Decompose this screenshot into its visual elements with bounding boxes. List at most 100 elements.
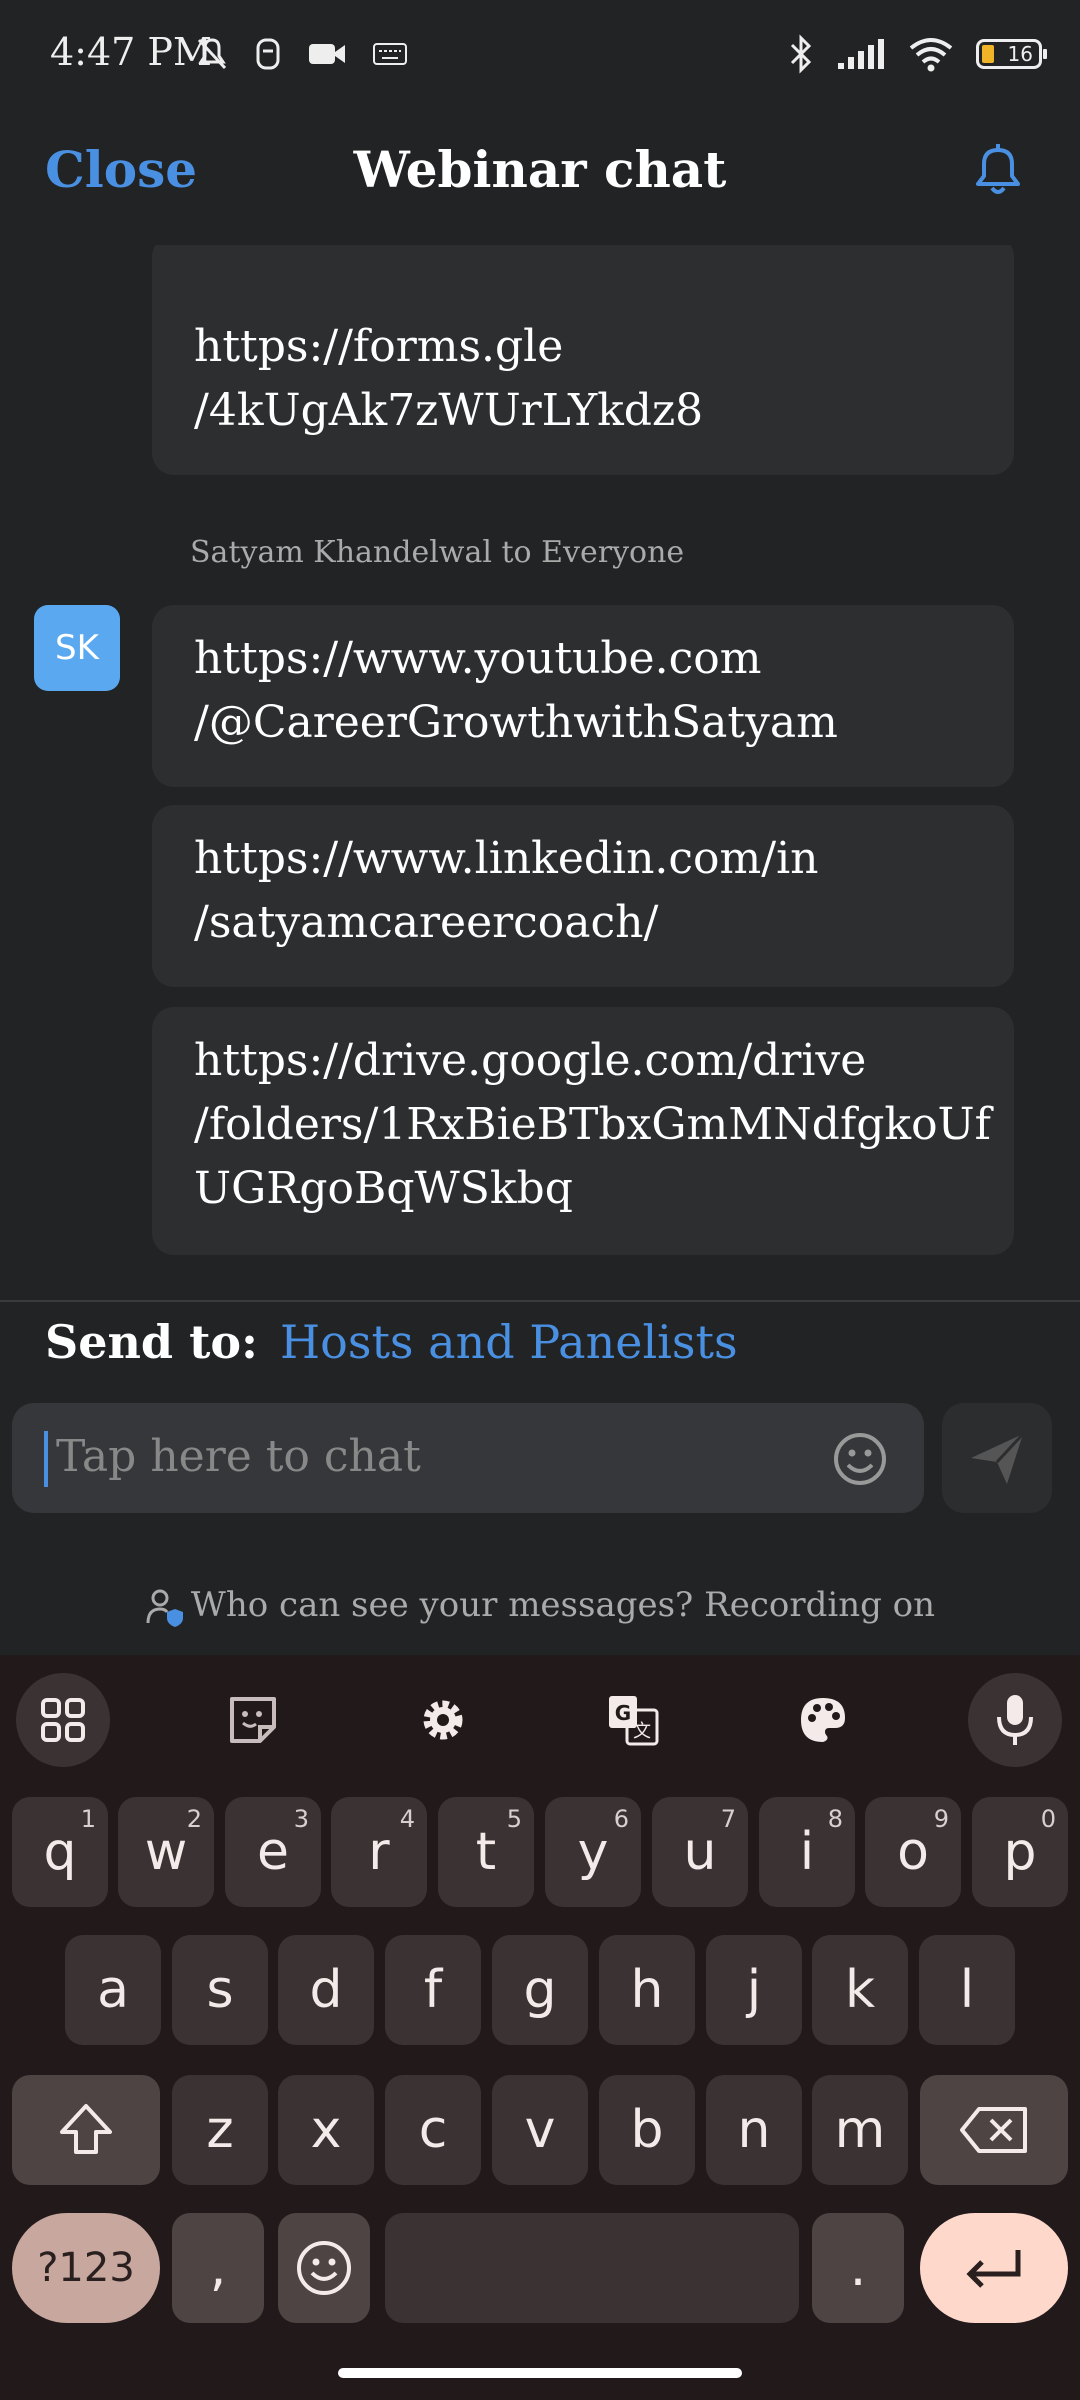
key-q[interactable]: q1	[12, 1797, 108, 1907]
bluetooth-icon	[790, 34, 812, 74]
key-hint: 2	[186, 1805, 202, 1833]
backspace-key[interactable]	[920, 2075, 1068, 2185]
comma-key[interactable]: ,	[172, 2213, 264, 2323]
status-right-icons: 16	[788, 34, 1047, 74]
key-char: p	[1003, 1822, 1037, 1882]
key-g[interactable]: g	[492, 1935, 588, 2045]
key-hint: 6	[613, 1805, 629, 1833]
sender-label: Satyam Khandelwal to Everyone	[190, 535, 685, 570]
video-icon	[309, 44, 345, 64]
keyboard-status-icon	[373, 43, 407, 65]
message-bubble[interactable]: https://www.youtube.com /@CareerGrowthwi…	[152, 605, 1014, 787]
key-o[interactable]: o9	[865, 1797, 961, 1907]
settings-button[interactable]	[396, 1673, 490, 1767]
shift-key[interactable]	[12, 2075, 160, 2185]
key-w[interactable]: w2	[118, 1797, 214, 1907]
enter-icon	[966, 2250, 1021, 2288]
key-n[interactable]: n	[706, 2075, 802, 2185]
keyboard: G文 q1 w2 e3 r4 t5 y6 u7 i8 o9 p0 a s d f…	[0, 1655, 1080, 2400]
key-char: o	[897, 1822, 929, 1882]
keyboard-toolbar: G文	[0, 1655, 1080, 1775]
key-char: y	[577, 1822, 609, 1882]
battery-icon: 16	[976, 39, 1047, 69]
key-char: q	[43, 1822, 77, 1882]
key-a[interactable]: a	[65, 1935, 161, 2045]
theme-button[interactable]	[776, 1673, 870, 1767]
shift-icon	[60, 2104, 112, 2154]
key-m[interactable]: m	[812, 2075, 908, 2185]
symbols-key[interactable]: ?123	[12, 2213, 160, 2323]
send-icon	[971, 1432, 1025, 1484]
key-b[interactable]: b	[599, 2075, 695, 2185]
privacy-note[interactable]: Who can see your messages? Recording on	[0, 1585, 1080, 1627]
emoji-key[interactable]	[278, 2213, 370, 2323]
svg-text:文: 文	[633, 1721, 651, 1742]
divider	[0, 1300, 1080, 1302]
message-line: UGRgoBqWSkbq	[194, 1163, 573, 1214]
sticker-button[interactable]	[206, 1673, 300, 1767]
voice-input-button[interactable]	[968, 1673, 1062, 1767]
face-icon	[256, 38, 280, 70]
battery-level: 16	[1007, 42, 1033, 66]
key-hint: 7	[720, 1805, 736, 1833]
chat-input[interactable]: Tap here to chat	[12, 1403, 924, 1513]
message-bubble[interactable]: https://forms.gle /4kUgAk7zWUrLYkdz8	[152, 245, 1014, 475]
person-shield-icon	[146, 1589, 183, 1627]
enter-key[interactable]	[920, 2213, 1068, 2323]
send-to-selector[interactable]: Hosts and Panelists	[280, 1315, 738, 1369]
key-hint: 8	[827, 1805, 843, 1833]
message-line: /@CareerGrowthwithSatyam	[194, 697, 838, 748]
palette-icon	[801, 1698, 845, 1742]
home-indicator[interactable]	[338, 2368, 742, 2378]
chat-header: Close Webinar chat	[0, 110, 1080, 245]
message-bubble[interactable]: https://drive.google.com/drive /folders/…	[152, 1007, 1014, 1255]
microphone-icon	[997, 1695, 1033, 1745]
apps-grid-button[interactable]	[16, 1673, 110, 1767]
key-l[interactable]: l	[919, 1935, 1015, 2045]
key-u[interactable]: u7	[652, 1797, 748, 1907]
key-v[interactable]: v	[492, 2075, 588, 2185]
send-button[interactable]	[942, 1403, 1052, 1513]
key-f[interactable]: f	[385, 1935, 481, 2045]
key-char: t	[475, 1822, 497, 1882]
text-cursor	[44, 1431, 48, 1487]
key-char: w	[144, 1822, 188, 1882]
status-left-icons	[195, 36, 407, 72]
grid-icon	[41, 1698, 85, 1742]
key-hint: 1	[80, 1805, 96, 1833]
message-bubble[interactable]: https://www.linkedin.com/in /satyamcaree…	[152, 805, 1014, 987]
key-hint: 4	[399, 1805, 415, 1833]
key-char: i	[799, 1822, 815, 1882]
bell-icon[interactable]	[966, 138, 1030, 202]
wifi-icon	[909, 38, 953, 72]
emoji-icon[interactable]	[832, 1431, 888, 1487]
space-key[interactable]	[385, 2213, 799, 2323]
key-hint: 0	[1040, 1805, 1056, 1833]
page-title: Webinar chat	[353, 140, 727, 199]
send-to-label: Send to:	[45, 1315, 259, 1369]
key-p[interactable]: p0	[972, 1797, 1068, 1907]
key-r[interactable]: r4	[331, 1797, 427, 1907]
key-y[interactable]: y6	[545, 1797, 641, 1907]
key-e[interactable]: e3	[225, 1797, 321, 1907]
period-key[interactable]: .	[812, 2213, 904, 2323]
key-x[interactable]: x	[278, 2075, 374, 2185]
key-s[interactable]: s	[172, 1935, 268, 2045]
key-char: u	[683, 1822, 717, 1882]
key-h[interactable]: h	[599, 1935, 695, 2045]
key-t[interactable]: t5	[438, 1797, 534, 1907]
translate-button[interactable]: G文	[586, 1673, 680, 1767]
key-i[interactable]: i8	[759, 1797, 855, 1907]
backspace-icon	[960, 2107, 1027, 2153]
message-line: /4kUgAk7zWUrLYkdz8	[194, 385, 704, 436]
chat-messages[interactable]: https://forms.gle /4kUgAk7zWUrLYkdz8 Sat…	[0, 245, 1080, 1300]
privacy-note-text: Who can see your messages? Recording on	[190, 1585, 936, 1625]
key-c[interactable]: c	[385, 2075, 481, 2185]
status-bar: 4:47 PM 16	[0, 0, 1080, 110]
key-hint: 3	[293, 1805, 309, 1833]
key-z[interactable]: z	[172, 2075, 268, 2185]
avatar: SK	[34, 605, 120, 691]
key-d[interactable]: d	[278, 1935, 374, 2045]
key-j[interactable]: j	[706, 1935, 802, 2045]
key-k[interactable]: k	[812, 1935, 908, 2045]
